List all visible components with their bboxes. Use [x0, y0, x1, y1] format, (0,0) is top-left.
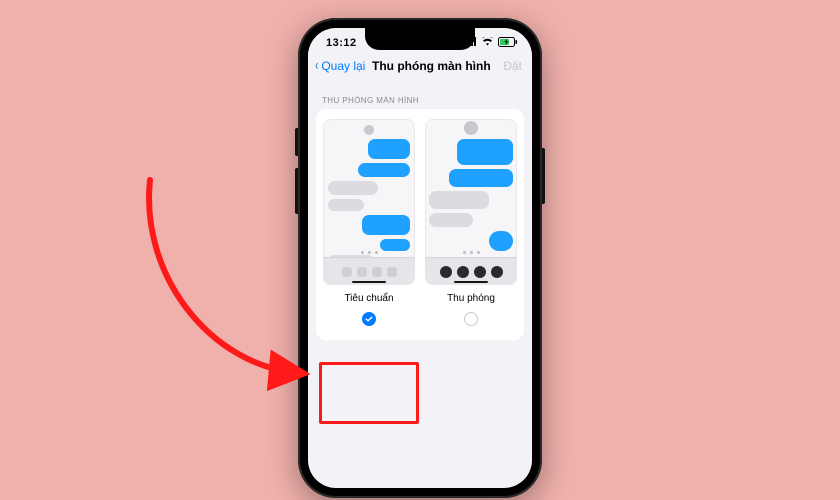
check-icon: [365, 315, 373, 323]
notch: [365, 28, 475, 50]
power-button: [542, 148, 545, 204]
status-time: 13:12: [326, 37, 357, 49]
chevron-left-icon: ‹: [315, 58, 318, 74]
option-zoomed-label: Thu phóng: [447, 293, 495, 304]
screen: 13:12 ‹ Quay lại Thu phóng màn hình Đặt: [308, 28, 532, 488]
back-button[interactable]: ‹ Quay lại: [314, 58, 365, 74]
battery-icon: [498, 37, 518, 50]
preview-zoomed: [425, 119, 517, 285]
avatar-icon: [364, 125, 374, 135]
volume-down-button: [295, 168, 298, 214]
avatar-icon: [464, 121, 478, 135]
annotation-highlight-box: [319, 362, 419, 424]
section-header: THU PHÓNG MÀN HÌNH: [308, 82, 532, 109]
option-zoomed[interactable]: Thu phóng: [424, 119, 518, 326]
nav-bar: ‹ Quay lại Thu phóng màn hình Đặt: [308, 52, 532, 82]
preview-standard: [323, 119, 415, 285]
radio-standard[interactable]: [362, 312, 376, 326]
zoom-options-card: Tiêu chuẩn: [316, 109, 524, 340]
phone-frame: 13:12 ‹ Quay lại Thu phóng màn hình Đặt: [298, 18, 542, 498]
radio-zoomed[interactable]: [464, 312, 478, 326]
option-standard-label: Tiêu chuẩn: [344, 293, 393, 304]
set-button[interactable]: Đặt: [503, 59, 522, 73]
wifi-icon: [481, 37, 494, 49]
volume-up-button: [295, 128, 298, 156]
page-title: Thu phóng màn hình: [359, 59, 503, 73]
option-standard[interactable]: Tiêu chuẩn: [322, 119, 416, 326]
